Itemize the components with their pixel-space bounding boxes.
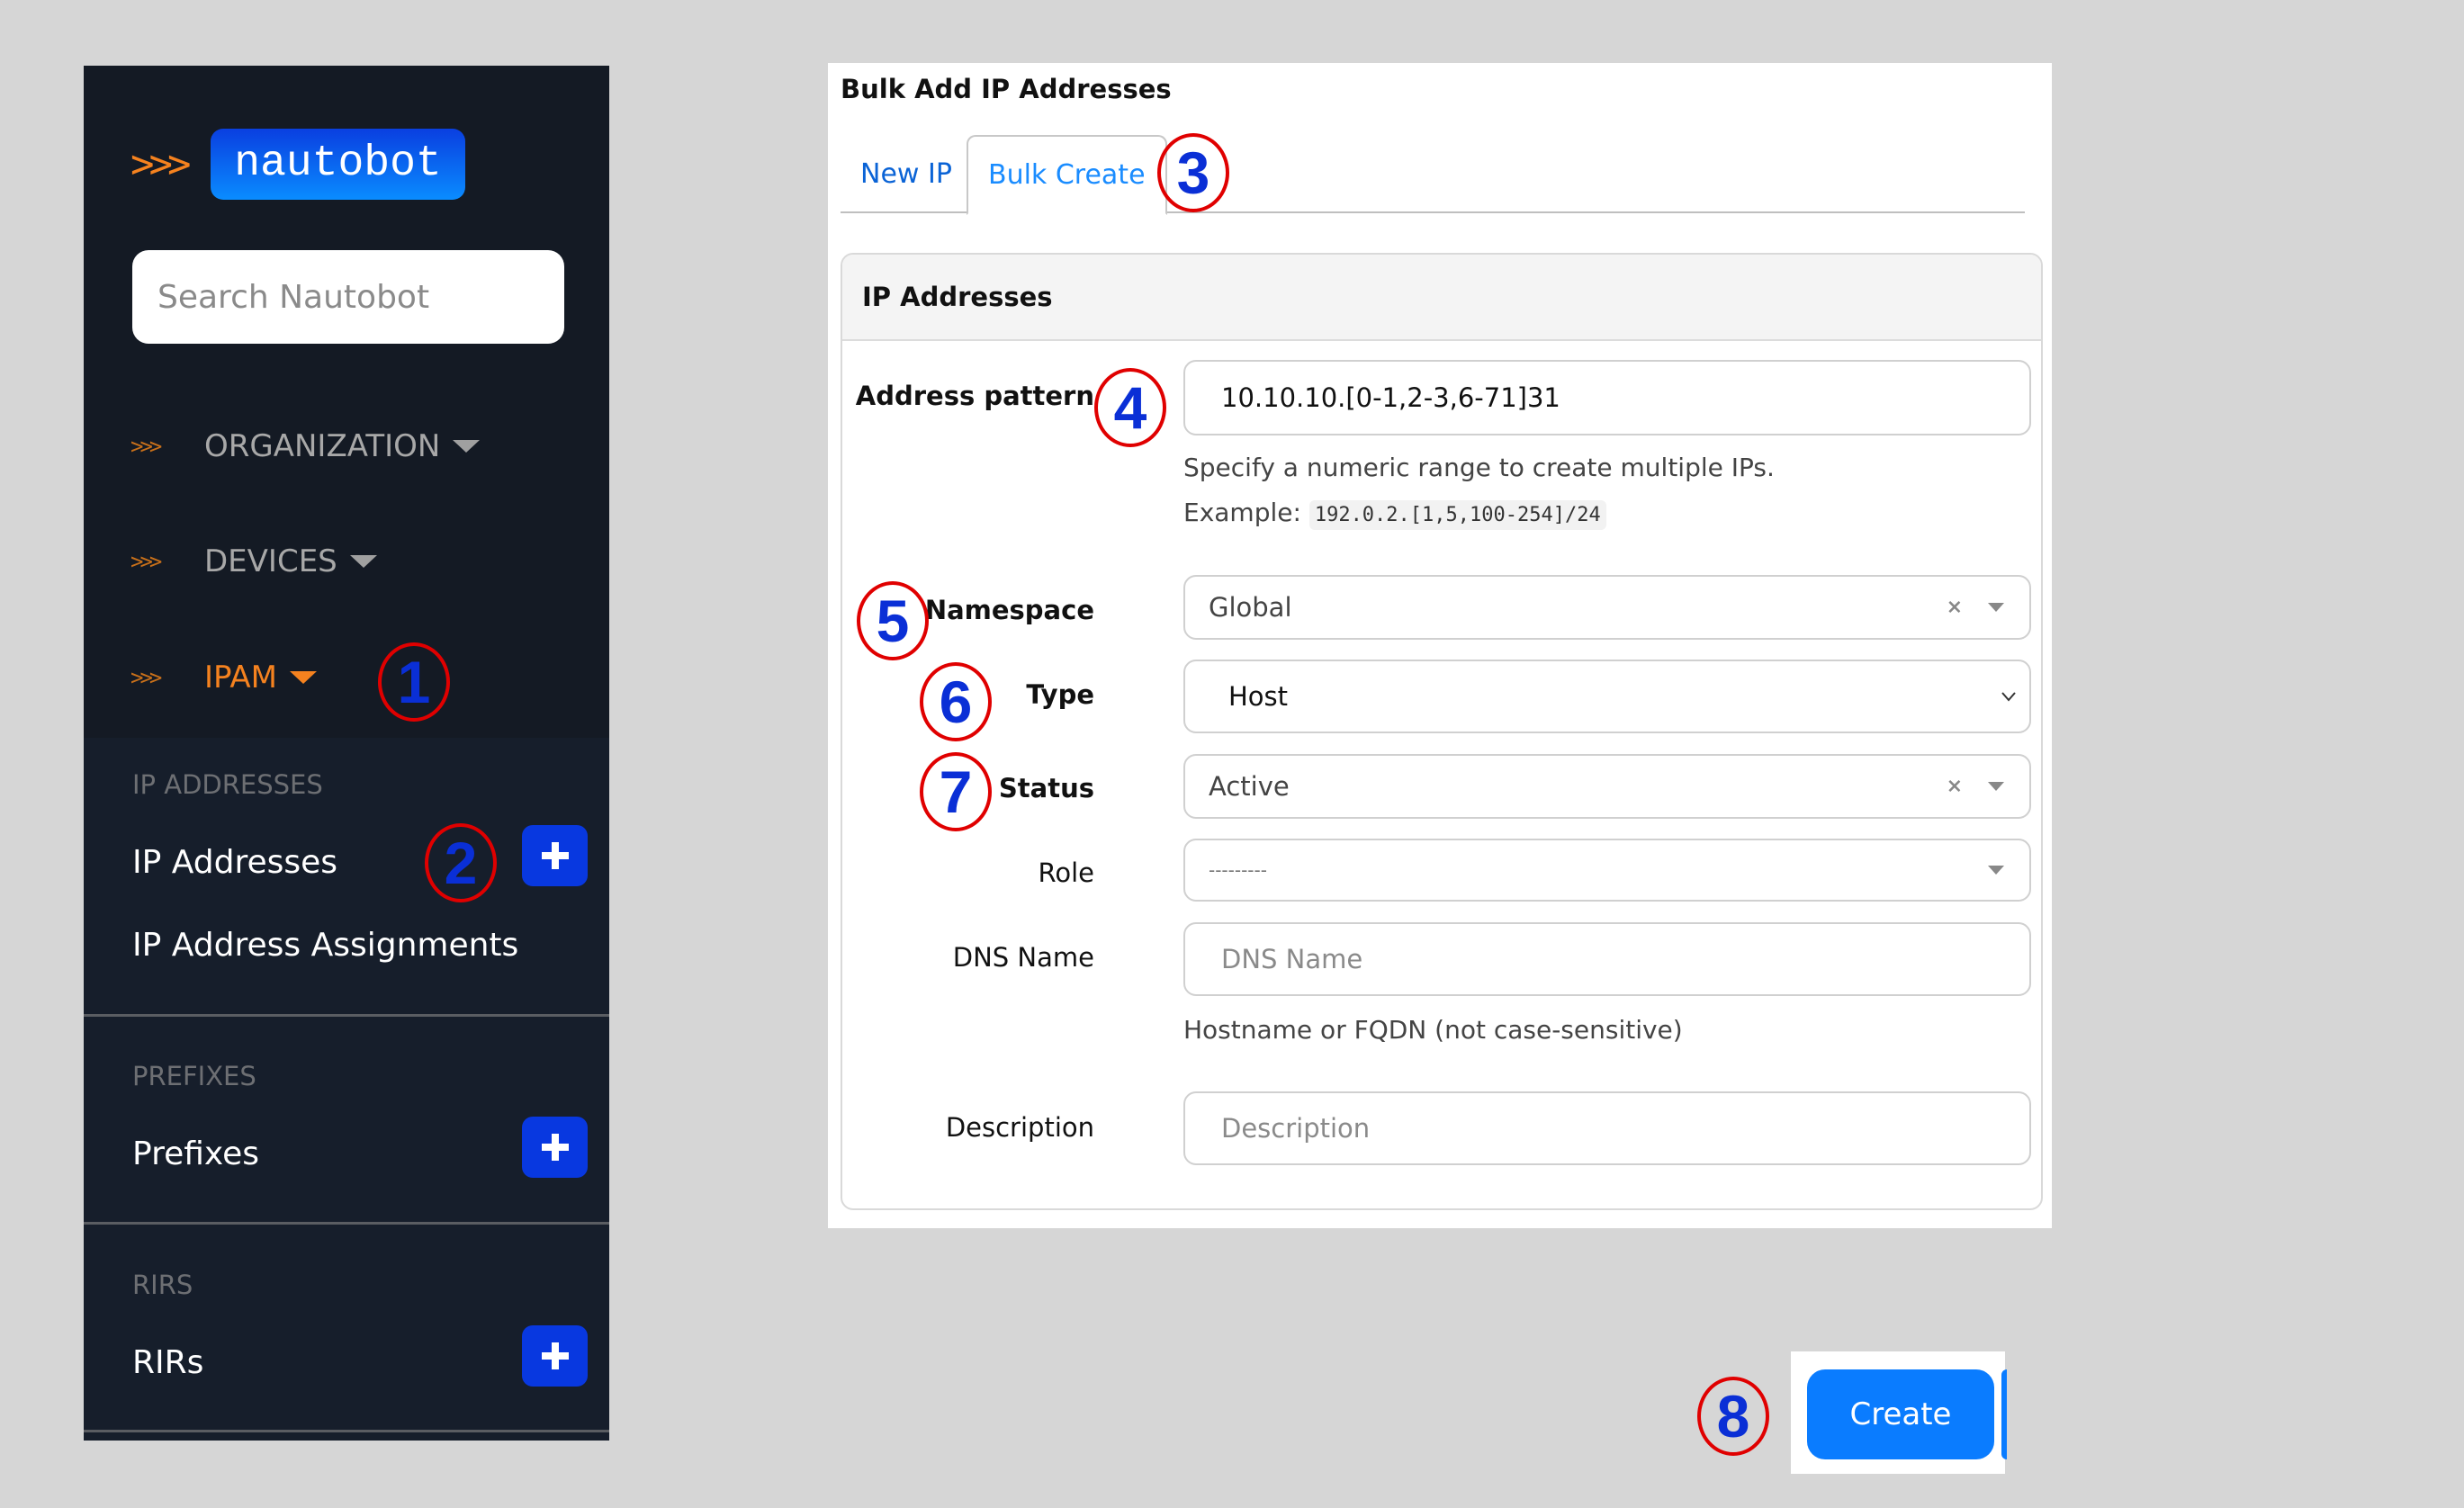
caret-down-icon bbox=[1988, 603, 2004, 612]
tab-bulk-create[interactable]: Bulk Create bbox=[967, 135, 1167, 215]
annotation-marker-2: 2 bbox=[425, 823, 497, 902]
caret-down-icon bbox=[453, 440, 481, 453]
chevrons-icon: >>> bbox=[130, 665, 162, 690]
caret-down-icon bbox=[289, 671, 317, 684]
address-pattern-field bbox=[1183, 360, 2031, 435]
add-rir-button[interactable] bbox=[522, 1325, 588, 1387]
divider bbox=[84, 1430, 609, 1432]
group-header-ip-addresses: IP ADDRESSES bbox=[132, 769, 323, 800]
chevron-down-icon bbox=[2001, 692, 2016, 702]
nav-label: ORGANIZATION bbox=[204, 428, 441, 464]
nav-devices[interactable]: >>> DEVICES bbox=[130, 543, 377, 579]
address-pattern-example: Example: 192.0.2.[1,5,100-254]/24 bbox=[1183, 498, 1606, 530]
sidebar: >>> nautobot >>> ORGANIZATION >>> DEVICE… bbox=[84, 66, 609, 1441]
page-title: Bulk Add IP Addresses bbox=[841, 74, 1172, 104]
annotation-marker-5: 5 bbox=[857, 581, 929, 660]
plus-icon bbox=[541, 842, 569, 869]
ip-addresses-card: IP Addresses Address pattern Specify a n… bbox=[841, 253, 2043, 1210]
sidebar-item-ip-address-assignments[interactable]: IP Address Assignments bbox=[132, 927, 518, 964]
search-input[interactable] bbox=[132, 250, 564, 344]
description-label: Description bbox=[945, 1112, 1094, 1143]
dns-name-field bbox=[1183, 922, 2031, 996]
namespace-select[interactable]: Global × bbox=[1183, 575, 2031, 640]
caret-down-icon bbox=[1988, 782, 2004, 791]
sidebar-item-prefixes[interactable]: Prefixes bbox=[132, 1135, 259, 1172]
dns-name-input[interactable] bbox=[1185, 924, 2029, 994]
logo-chevrons: >>> bbox=[130, 141, 192, 187]
status-select[interactable]: Active × bbox=[1183, 754, 2031, 819]
card-header: IP Addresses bbox=[842, 255, 2041, 341]
tab-new-ip[interactable]: New IP bbox=[841, 135, 972, 212]
create-button[interactable]: Create bbox=[1807, 1369, 1994, 1459]
role-select[interactable]: --------- bbox=[1183, 839, 2031, 902]
type-value: Host bbox=[1228, 681, 1289, 712]
annotation-marker-7: 7 bbox=[920, 752, 992, 831]
annotation-marker-8: 8 bbox=[1697, 1377, 1769, 1456]
divider bbox=[84, 1014, 609, 1017]
add-prefix-button[interactable] bbox=[522, 1117, 588, 1178]
annotation-marker-1: 1 bbox=[378, 642, 450, 722]
bulk-add-panel: Bulk Add IP Addresses New IP Bulk Create… bbox=[828, 63, 2052, 1228]
nav-organization[interactable]: >>> ORGANIZATION bbox=[130, 428, 481, 464]
plus-icon bbox=[541, 1134, 569, 1161]
example-label: Example: bbox=[1183, 498, 1301, 527]
annotation-marker-3: 3 bbox=[1157, 133, 1229, 212]
chevrons-icon: >>> bbox=[130, 549, 162, 574]
nautobot-logo[interactable]: nautobot bbox=[211, 129, 465, 200]
divider bbox=[84, 1222, 609, 1225]
address-pattern-help: Specify a numeric range to create multip… bbox=[1183, 453, 1775, 482]
dns-name-help: Hostname or FQDN (not case-sensitive) bbox=[1183, 1015, 1683, 1045]
example-code: 192.0.2.[1,5,100-254]/24 bbox=[1308, 500, 1606, 530]
address-pattern-input[interactable] bbox=[1185, 362, 2029, 434]
type-select[interactable]: Host bbox=[1183, 660, 2031, 733]
group-header-prefixes: PREFIXES bbox=[132, 1061, 256, 1091]
clear-icon[interactable]: × bbox=[1947, 776, 1963, 798]
group-header-rirs: RIRS bbox=[132, 1270, 193, 1300]
form-actions: Create bbox=[1791, 1351, 2007, 1474]
dns-name-label: DNS Name bbox=[952, 942, 1094, 973]
card-title: IP Addresses bbox=[862, 282, 1053, 312]
plus-icon bbox=[541, 1342, 569, 1369]
caret-down-icon bbox=[349, 555, 377, 568]
role-value: --------- bbox=[1209, 859, 1267, 881]
address-pattern-label: Address pattern bbox=[855, 381, 1094, 411]
sidebar-item-rirs[interactable]: RIRs bbox=[132, 1344, 203, 1381]
namespace-value: Global bbox=[1209, 592, 1292, 623]
description-input[interactable] bbox=[1185, 1093, 2029, 1163]
search-box bbox=[132, 250, 564, 344]
nav-label: DEVICES bbox=[204, 543, 337, 579]
clear-icon[interactable]: × bbox=[1947, 597, 1963, 619]
add-ip-address-button[interactable] bbox=[522, 825, 588, 886]
nav-ipam[interactable]: >>> IPAM bbox=[130, 660, 317, 696]
sidebar-item-ip-addresses[interactable]: IP Addresses bbox=[132, 844, 337, 881]
annotation-marker-6: 6 bbox=[920, 662, 992, 741]
annotation-marker-4: 4 bbox=[1094, 368, 1166, 447]
nav-label: IPAM bbox=[204, 660, 277, 696]
chevrons-icon: >>> bbox=[130, 434, 162, 459]
description-field bbox=[1183, 1091, 2031, 1165]
caret-down-icon bbox=[1988, 866, 2004, 875]
role-label: Role bbox=[1038, 857, 1095, 888]
adjacent-button-edge[interactable] bbox=[2001, 1369, 2007, 1459]
status-value: Active bbox=[1209, 771, 1290, 802]
